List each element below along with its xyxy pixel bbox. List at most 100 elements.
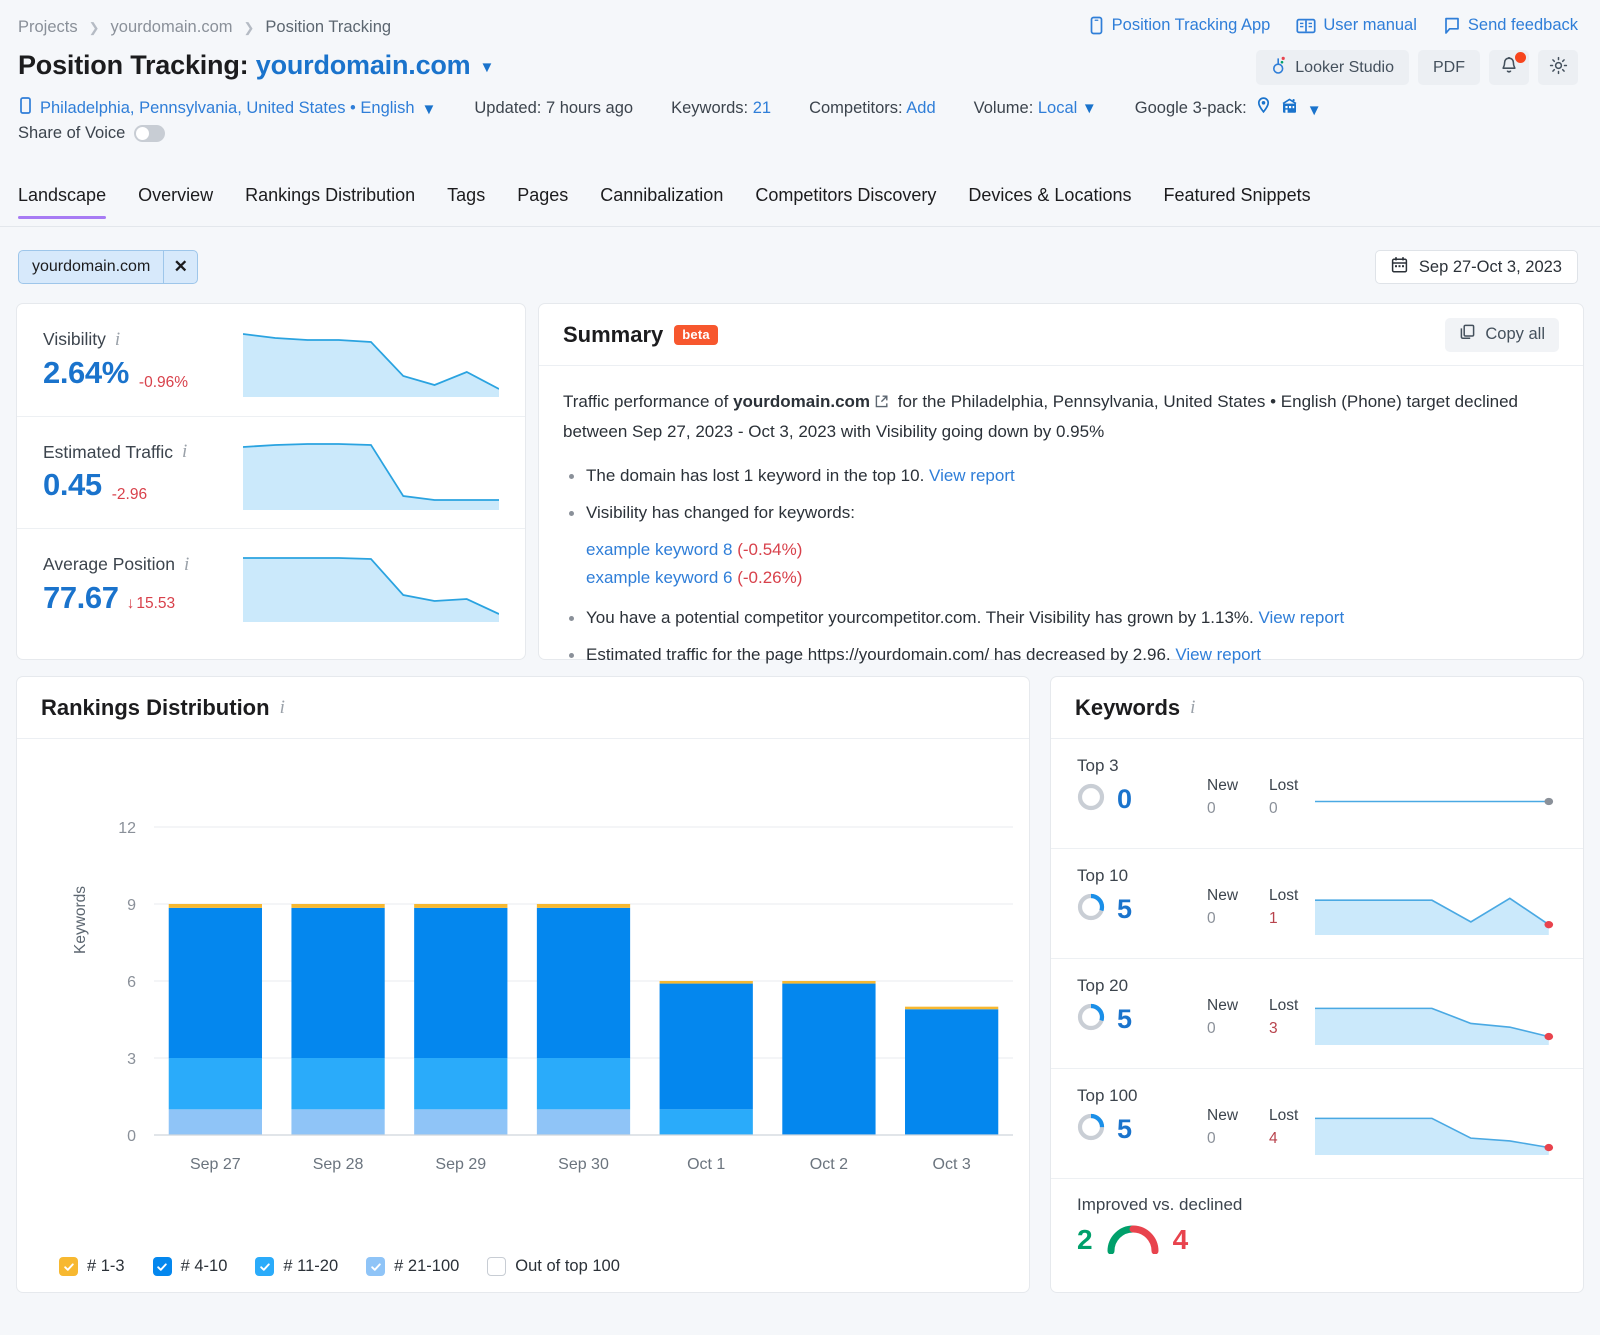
summary-domain: yourdomain.com: [733, 392, 870, 411]
date-range-picker[interactable]: Sep 27-Oct 3, 2023: [1375, 250, 1578, 284]
looker-studio-button[interactable]: Looker Studio: [1256, 50, 1409, 85]
tab-label: Competitors Discovery: [755, 185, 936, 205]
local-business-icon[interactable]: [1280, 96, 1299, 120]
legend-label: # 1-3: [87, 1257, 125, 1276]
bar-segment[interactable]: [169, 904, 262, 908]
legend-item-11-20[interactable]: # 11-20: [255, 1257, 338, 1276]
info-icon[interactable]: i: [184, 554, 189, 576]
close-icon[interactable]: ✕: [163, 251, 197, 283]
notifications-button[interactable]: [1489, 50, 1529, 85]
tab-devices-locations[interactable]: Devices & Locations: [952, 185, 1147, 219]
bar-segment[interactable]: [905, 1009, 998, 1135]
user-manual-link[interactable]: User manual: [1296, 16, 1417, 35]
view-report-link[interactable]: View report: [1175, 645, 1261, 664]
google-3pack-meta: Google 3-pack: ▼: [1135, 96, 1322, 120]
pdf-button[interactable]: PDF: [1418, 50, 1480, 85]
checkbox-4-10[interactable]: [153, 1257, 172, 1276]
bar-segment[interactable]: [537, 904, 630, 908]
tab-landscape[interactable]: Landscape: [18, 185, 122, 219]
share-of-voice-toggle[interactable]: [134, 125, 165, 142]
checkbox-1-3[interactable]: [59, 1257, 78, 1276]
lost-value: 4: [1269, 1130, 1315, 1148]
location-selector[interactable]: Philadelphia, Pennsylvania, United State…: [18, 96, 436, 120]
bar-segment[interactable]: [291, 908, 384, 1058]
info-icon[interactable]: i: [115, 329, 120, 351]
external-link-icon[interactable]: [874, 390, 889, 418]
checkbox-out-of-top-100[interactable]: [487, 1257, 506, 1276]
chevron-down-icon[interactable]: ▼: [1307, 103, 1322, 118]
checkbox-21-100[interactable]: [366, 1257, 385, 1276]
legend-item-4-10[interactable]: # 4-10: [153, 1257, 228, 1276]
legend-item-21-100[interactable]: # 21-100: [366, 1257, 459, 1276]
view-report-link[interactable]: View report: [929, 466, 1015, 485]
summary-body: Traffic performance of yourdomain.com fo…: [539, 366, 1583, 669]
main-tabs: Landscape Overview Rankings Distribution…: [0, 185, 1600, 227]
link-label: Send feedback: [1468, 16, 1578, 35]
tab-tags[interactable]: Tags: [431, 185, 501, 219]
info-icon[interactable]: i: [182, 441, 187, 463]
bar-segment[interactable]: [537, 1109, 630, 1135]
position-tracking-app-link[interactable]: Position Tracking App: [1088, 16, 1271, 35]
bar-segment[interactable]: [537, 908, 630, 1058]
legend-label: # 4-10: [181, 1257, 228, 1276]
page-title-prefix: Position Tracking:: [18, 50, 248, 80]
bar-segment[interactable]: [782, 984, 875, 1135]
volume-value[interactable]: Local: [1038, 99, 1077, 117]
metric-delta: -0.96%: [137, 374, 188, 392]
summary-bullets: The domain has lost 1 keyword in the top…: [563, 462, 1559, 527]
updated-value: 7 hours ago: [546, 99, 633, 117]
volume-meta: Volume: Local ▼: [974, 99, 1097, 118]
bar-segment[interactable]: [660, 1109, 753, 1135]
domain-filter-chip[interactable]: yourdomain.com ✕: [18, 250, 198, 284]
bar-segment[interactable]: [414, 1058, 507, 1109]
tab-featured-snippets[interactable]: Featured Snippets: [1147, 185, 1326, 219]
keyword-change-value: (-0.26%): [737, 568, 802, 587]
bar-segment[interactable]: [291, 1058, 384, 1109]
bar-segment[interactable]: [291, 904, 384, 908]
chevron-down-icon[interactable]: ▼: [479, 60, 494, 75]
info-icon[interactable]: i: [280, 697, 285, 719]
keyword-link[interactable]: example keyword 8: [586, 540, 732, 559]
bar-segment[interactable]: [782, 981, 875, 984]
tab-cannibalization[interactable]: Cannibalization: [584, 185, 739, 219]
settings-button[interactable]: [1538, 50, 1578, 85]
map-pin-icon[interactable]: [1255, 96, 1272, 120]
copy-all-button[interactable]: Copy all: [1445, 318, 1559, 352]
tab-rankings-distribution[interactable]: Rankings Distribution: [229, 185, 431, 219]
tab-competitors-discovery[interactable]: Competitors Discovery: [739, 185, 952, 219]
chevron-down-icon[interactable]: ▼: [422, 102, 437, 117]
bar-segment[interactable]: [169, 1058, 262, 1109]
keyword-change-row: example keyword 8 (-0.54%): [563, 536, 1559, 564]
keyword-link[interactable]: example keyword 6: [586, 568, 732, 587]
view-report-link[interactable]: View report: [1259, 608, 1345, 627]
keyword-tier-sparkline: [1315, 778, 1557, 832]
keywords-count-value[interactable]: 21: [753, 99, 771, 117]
legend-item-1-3[interactable]: # 1-3: [59, 1257, 125, 1276]
info-icon[interactable]: i: [1190, 697, 1195, 719]
metric-visibility: Visibility i 2.64% -0.96%: [17, 304, 525, 416]
bar-segment[interactable]: [414, 1109, 507, 1135]
chevron-down-icon[interactable]: ▼: [1082, 100, 1097, 117]
bar-segment[interactable]: [414, 908, 507, 1058]
tab-overview[interactable]: Overview: [122, 185, 229, 219]
bar-segment[interactable]: [660, 984, 753, 1110]
competitors-add-link[interactable]: Add: [906, 99, 935, 117]
bar-segment[interactable]: [169, 908, 262, 1058]
legend-item-out-of-top-100[interactable]: Out of top 100: [487, 1257, 620, 1276]
keyword-tier-left: Top 100 5: [1077, 1086, 1207, 1146]
tab-pages[interactable]: Pages: [501, 185, 584, 219]
page-title-domain[interactable]: yourdomain.com: [256, 50, 471, 80]
breadcrumb-item-domain[interactable]: yourdomain.com: [111, 18, 233, 37]
metric-name: Average Position i: [43, 554, 243, 576]
bar-segment[interactable]: [414, 904, 507, 908]
bar-segment[interactable]: [291, 1109, 384, 1135]
keyword-tier-row: Top 10 5 New 0 Lost: [1051, 848, 1583, 958]
bar-segment[interactable]: [169, 1109, 262, 1135]
bar-segment[interactable]: [537, 1058, 630, 1109]
tab-label: Overview: [138, 185, 213, 205]
bar-segment[interactable]: [660, 981, 753, 984]
checkbox-11-20[interactable]: [255, 1257, 274, 1276]
breadcrumb-item-projects[interactable]: Projects: [18, 18, 78, 37]
bar-segment[interactable]: [905, 1007, 998, 1010]
send-feedback-link[interactable]: Send feedback: [1443, 16, 1578, 35]
